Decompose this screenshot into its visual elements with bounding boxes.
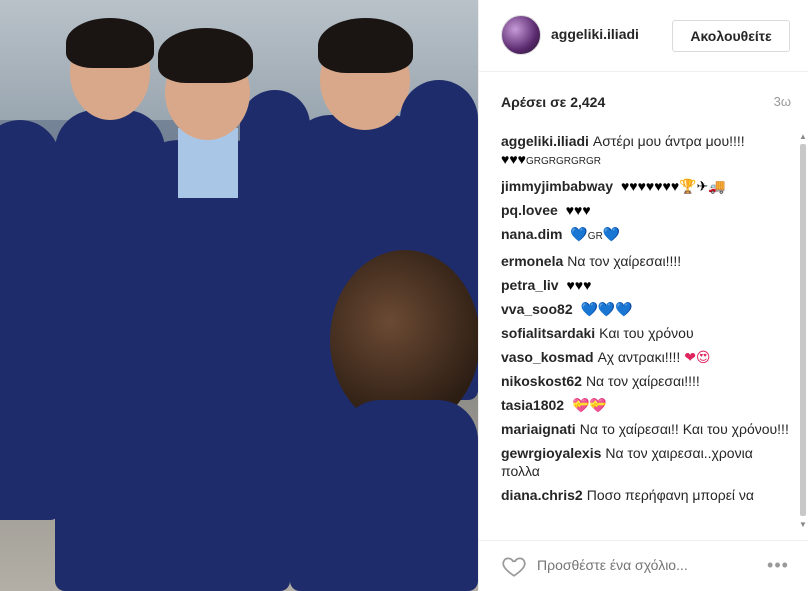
comment-emoji: ♥♥♥ — [566, 277, 592, 293]
comment-item: aggeliki.iliadi Αστέρι μου άντρα μου!!!! … — [501, 132, 791, 171]
comment-emoji: 💙💙💙 — [580, 301, 633, 317]
photo-figure — [340, 400, 478, 591]
comment-item: vaso_kosmad Αχ αντρακι!!!! ❤😍 — [501, 348, 791, 366]
comment-item: sofialitsardaki Και του χρόνου — [501, 324, 791, 342]
scroll-down-arrow-icon[interactable]: ▼ — [798, 520, 808, 530]
avatar[interactable] — [501, 15, 541, 55]
comment-item: ermonela Να τον χαίρεσαι!!!! — [501, 252, 791, 270]
comment-emoji: ♥♥♥ — [565, 202, 591, 218]
comments-list[interactable]: aggeliki.iliadi Αστέρι μου άντρα μου!!!! … — [501, 132, 791, 532]
add-comment-input[interactable] — [537, 553, 757, 577]
post-username[interactable]: aggeliki.iliadi — [551, 26, 639, 42]
comment-item: petra_liv ♥♥♥ — [501, 276, 791, 294]
comment-item: tasia1802 💝💝 — [501, 396, 791, 414]
comment-username[interactable]: diana.chris2 — [501, 487, 583, 503]
comment-emoji: 💙 — [570, 226, 588, 242]
likes-count[interactable]: Αρέσει σε 2,424 — [501, 94, 605, 110]
comment-text: Αχ αντρακι!!!! — [597, 349, 681, 365]
comment-text: Να τον χαίρεσαι!!!! — [567, 253, 682, 269]
comment-item: pq.lovee ♥♥♥ — [501, 201, 791, 219]
comment-username[interactable]: ermonela — [501, 253, 563, 269]
scroll-thumb[interactable] — [800, 144, 806, 516]
comment-username[interactable]: sofialitsardaki — [501, 325, 595, 341]
comment-username[interactable]: vva_soo82 — [501, 301, 573, 317]
likes-row: Αρέσει σε 2,424 3ω — [501, 94, 791, 114]
comment-item: nana.dim 💙GR💙 — [501, 225, 791, 246]
photo-figure — [318, 18, 413, 73]
post-details-panel: aggeliki.iliadi Ακολουθείτε Αρέσει σε 2,… — [478, 0, 808, 591]
comments-scrollbar[interactable]: ▲ ▼ — [798, 132, 808, 530]
photo-main-figure — [158, 28, 253, 83]
following-button[interactable]: Ακολουθείτε — [672, 20, 790, 52]
comment-text: Αστέρι μου άντρα μου!!!! — [592, 133, 745, 149]
photo-figure — [0, 120, 60, 520]
scroll-up-arrow-icon[interactable]: ▲ — [798, 132, 808, 142]
comment-username[interactable]: nikoskost62 — [501, 373, 582, 389]
comment-text: Ποσο περήφανη μπορεί να — [586, 487, 755, 503]
comment-username[interactable]: petra_liv — [501, 277, 559, 293]
post-time[interactable]: 3ω — [774, 94, 791, 109]
photo-main-figure — [120, 140, 290, 591]
comment-username[interactable]: gewrgioyalexis — [501, 445, 601, 461]
more-options-icon[interactable]: ••• — [765, 555, 791, 575]
heart-outline-icon[interactable] — [501, 553, 527, 579]
comment-username[interactable]: nana.dim — [501, 226, 562, 242]
comment-username[interactable]: aggeliki.iliadi — [501, 133, 589, 149]
post-header: aggeliki.iliadi Ακολουθείτε — [479, 0, 808, 72]
comment-emoji: ♥♥♥♥♥♥♥🏆✈🚚 — [620, 178, 726, 194]
comment-footer: ••• — [479, 540, 808, 591]
comment-item: mariaignati Να το χαίρεσαι!! Και του χρόν… — [501, 420, 791, 438]
comment-emoji: 💙 — [602, 226, 621, 242]
comment-emoji: ❤😍 — [684, 349, 711, 365]
comment-username[interactable]: jimmyjimbabway — [501, 178, 613, 194]
comment-text: Και του χρόνου — [599, 325, 694, 341]
comment-username[interactable]: mariaignati — [501, 421, 576, 437]
comment-emoji: ♥♥♥ — [501, 151, 526, 167]
comment-username[interactable]: vaso_kosmad — [501, 349, 594, 365]
comment-small-text: GRGRGRGRGR — [525, 156, 601, 167]
comment-item: diana.chris2 Ποσο περήφανη μπορεί να — [501, 486, 791, 504]
comment-item: jimmyjimbabway ♥♥♥♥♥♥♥🏆✈🚚 — [501, 177, 791, 195]
comment-username[interactable]: pq.lovee — [501, 202, 558, 218]
comment-item: gewrgioyalexis Να τον χαιρεσαι..χρονια πο… — [501, 444, 791, 480]
comment-item: nikoskost62 Να τον χαίρεσαι!!!! — [501, 372, 791, 390]
comment-small-text: GR — [587, 231, 603, 242]
photo-figure — [66, 18, 154, 68]
comment-text: Να τον χαίρεσαι!!!! — [585, 373, 700, 389]
post-photo[interactable] — [0, 0, 478, 591]
comment-text: Να το χαίρεσαι!! Και του χρόνου!!! — [579, 421, 789, 437]
comment-username[interactable]: tasia1802 — [501, 397, 564, 413]
comment-emoji: 💝💝 — [571, 397, 607, 413]
comment-item: vva_soo82 💙💙💙 — [501, 300, 791, 318]
